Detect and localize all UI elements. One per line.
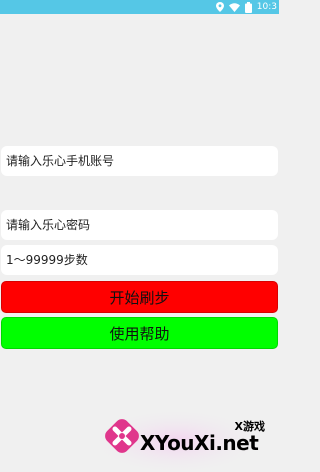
gamepad-x-logo-icon [102, 416, 142, 460]
location-icon [215, 2, 224, 12]
status-time: 10:3 [256, 2, 277, 12]
phone-account-input[interactable]: 请输入乐心手机账号 [1, 146, 278, 176]
status-icons: 10:3 [215, 0, 277, 14]
wifi-icon [228, 2, 240, 12]
step-count-input[interactable]: 1～99999步数 [1, 245, 278, 275]
help-button[interactable]: 使用帮助 [1, 317, 278, 349]
battery-icon [244, 1, 252, 13]
password-input[interactable]: 请输入乐心密码 [1, 210, 278, 240]
start-brush-steps-button[interactable]: 开始刷步 [1, 281, 278, 313]
watermark: X游戏 XYouXi.net [96, 398, 279, 472]
watermark-brand-en: XYouXi.net [140, 431, 259, 455]
status-bar: 10:3 [0, 0, 279, 14]
